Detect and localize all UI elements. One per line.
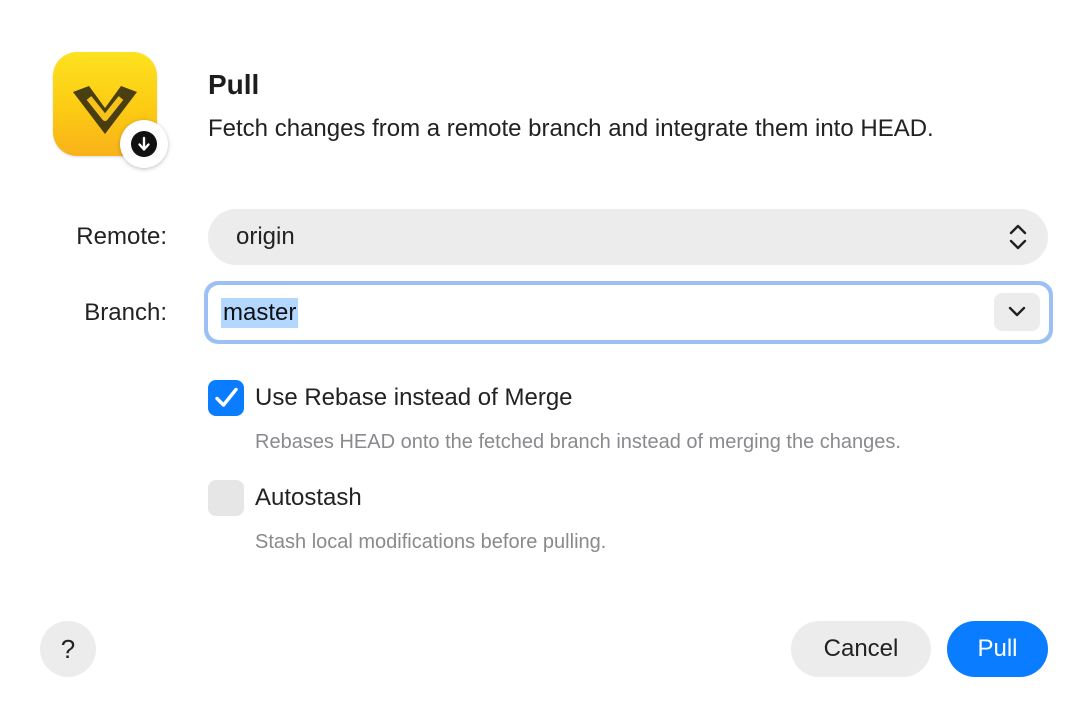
branch-input[interactable]: master: [208, 285, 1049, 340]
autostash-checkbox[interactable]: [208, 480, 244, 516]
autostash-label[interactable]: Autostash: [255, 483, 362, 513]
remote-label: Remote:: [76, 223, 167, 250]
rebase-description: Rebases HEAD onto the fetched branch ins…: [255, 431, 901, 453]
checkmark-icon: [215, 387, 238, 407]
remote-select[interactable]: origin: [208, 209, 1048, 265]
dialog-title: Pull: [208, 69, 260, 100]
badge: [120, 120, 168, 168]
dialog-subtitle: Fetch changes from a remote branch and i…: [208, 115, 934, 142]
autostash-description: Stash local modifications before pulling…: [255, 531, 607, 553]
help-button[interactable]: ?: [40, 621, 96, 677]
branch-label: Branch:: [84, 299, 167, 326]
chevron-down-icon: [1008, 306, 1026, 317]
branch-dropdown-button[interactable]: [994, 293, 1040, 331]
branch-value[interactable]: master: [221, 298, 299, 328]
branch-combobox[interactable]: master: [204, 281, 1053, 344]
cancel-button[interactable]: Cancel: [791, 621, 931, 677]
rebase-checkbox[interactable]: [208, 380, 244, 416]
rebase-label[interactable]: Use Rebase instead of Merge: [255, 383, 573, 413]
chevron-up-down-icon: [1009, 224, 1027, 250]
arrow-down-circle-icon: [131, 131, 157, 157]
remote-value: origin: [236, 223, 295, 250]
pull-button[interactable]: Pull: [947, 621, 1048, 677]
